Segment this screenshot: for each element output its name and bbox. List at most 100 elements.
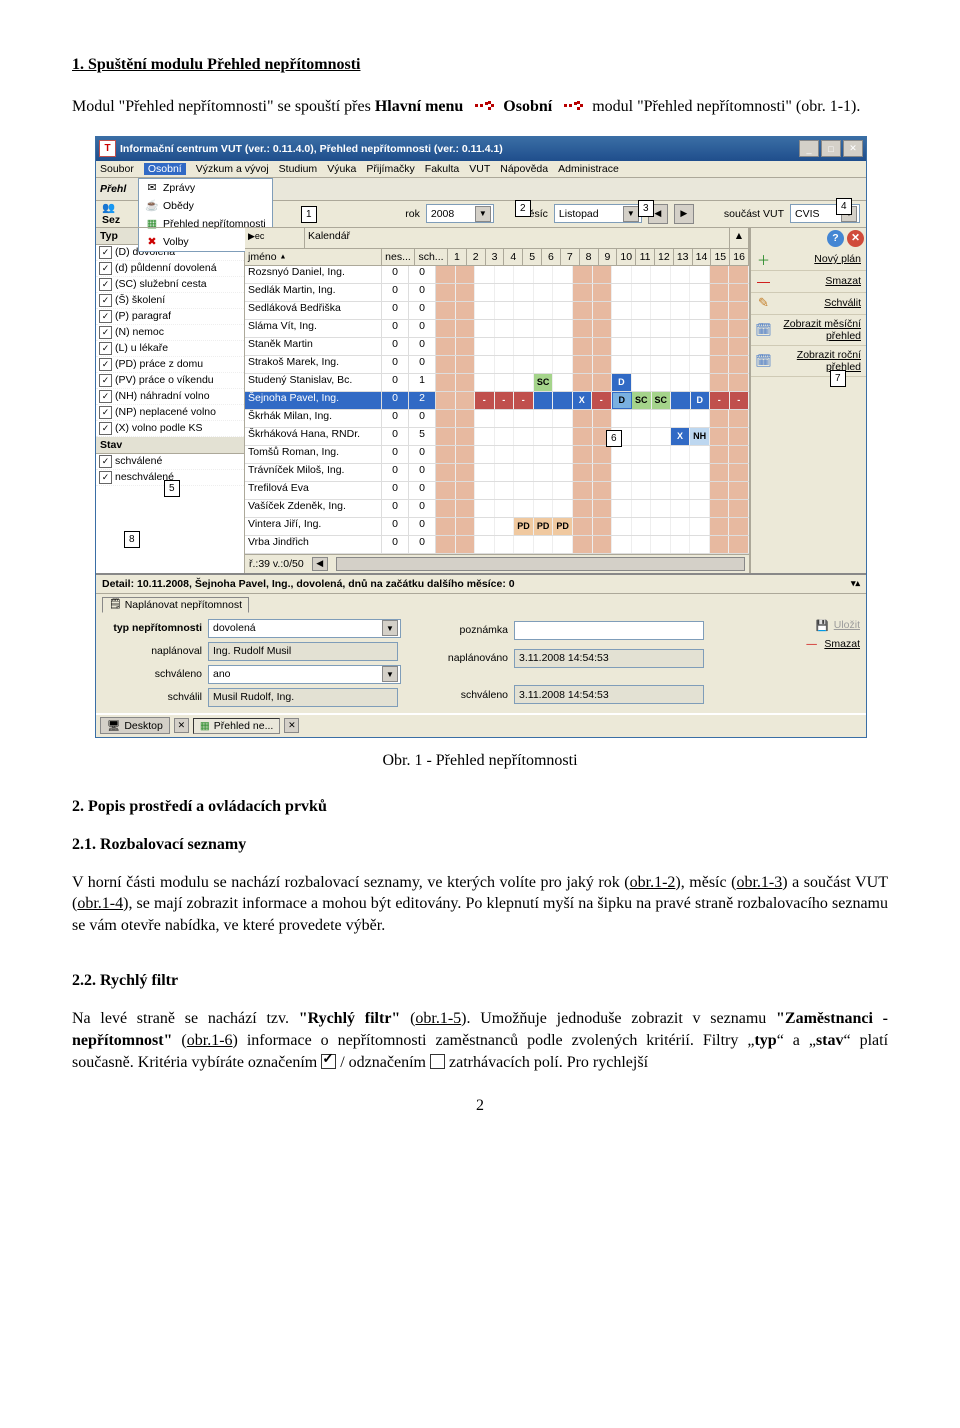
day-cell[interactable] (456, 518, 476, 535)
day-column[interactable]: 5 (523, 249, 542, 265)
day-cell[interactable] (729, 428, 749, 445)
action-zobrazit-ro-n-p-ehled[interactable]: 🗓Zobrazit roční přehled (751, 346, 866, 377)
day-cell[interactable] (436, 518, 456, 535)
day-cell[interactable] (612, 320, 632, 337)
day-cell[interactable] (632, 482, 652, 499)
day-column[interactable]: 6 (542, 249, 561, 265)
taskbar-module[interactable]: ▦ Přehled ne... (193, 718, 280, 734)
day-cell[interactable] (553, 338, 573, 355)
day-cell[interactable] (534, 320, 554, 337)
day-cell[interactable] (456, 500, 476, 517)
day-cell[interactable] (573, 500, 593, 517)
day-column[interactable]: 3 (486, 249, 505, 265)
table-row[interactable]: Trefilová Eva00 (245, 482, 749, 500)
day-cell[interactable] (495, 410, 515, 427)
help-button[interactable]: ? (827, 230, 844, 247)
day-cell[interactable] (710, 518, 730, 535)
menu-studium[interactable]: Studium (279, 163, 318, 175)
day-cell[interactable] (573, 410, 593, 427)
day-cell[interactable] (553, 284, 573, 301)
day-cell[interactable] (573, 482, 593, 499)
day-cell[interactable] (690, 410, 710, 427)
horizontal-scrollbar[interactable] (336, 557, 745, 571)
day-cell[interactable] (456, 356, 476, 373)
day-cell[interactable] (729, 482, 749, 499)
table-row[interactable]: Škrhák Milan, Ing.00 (245, 410, 749, 428)
day-cell[interactable] (593, 500, 613, 517)
day-cell[interactable] (651, 410, 671, 427)
table-row[interactable]: Sláma Vít, Ing.00 (245, 320, 749, 338)
day-cell[interactable] (573, 356, 593, 373)
menu-vyuka[interactable]: Výuka (327, 163, 356, 175)
day-cell[interactable] (475, 374, 495, 391)
day-cell[interactable] (710, 302, 730, 319)
action-smazat[interactable]: —Smazat (751, 271, 866, 293)
day-cell[interactable] (456, 536, 476, 553)
day-cell[interactable] (690, 302, 710, 319)
day-cell[interactable] (651, 356, 671, 373)
day-cell[interactable] (456, 446, 476, 463)
day-cell[interactable] (729, 464, 749, 481)
day-cell[interactable] (514, 320, 534, 337)
day-column[interactable]: 1 (448, 249, 467, 265)
day-cell[interactable] (495, 320, 515, 337)
day-cell[interactable] (534, 302, 554, 319)
day-cell[interactable] (671, 500, 691, 517)
type-filter-item[interactable]: (N) nemoc (96, 325, 244, 341)
day-cell[interactable] (729, 284, 749, 301)
type-filter-item[interactable]: (SC) služební cesta (96, 277, 244, 293)
action-nov-pl-n[interactable]: ＋Nový plán (751, 249, 866, 271)
day-cell[interactable]: SC (652, 392, 672, 409)
detail-collapse-icon[interactable]: ▾▴ (851, 578, 860, 589)
day-cell[interactable] (690, 338, 710, 355)
minimize-button[interactable]: _ (799, 140, 819, 157)
day-cell[interactable] (514, 356, 534, 373)
menu-prijimacky[interactable]: Přijímačky (366, 163, 414, 175)
day-cell[interactable] (710, 500, 730, 517)
day-cell[interactable] (729, 374, 749, 391)
schvaleno-combo[interactable]: ano▼ (208, 665, 401, 684)
day-column[interactable]: 10 (617, 249, 636, 265)
menu-napoveda[interactable]: Nápověda (500, 163, 548, 175)
day-cell[interactable] (651, 482, 671, 499)
day-cell[interactable] (690, 482, 710, 499)
table-row[interactable]: Sedláková Bedřiška00 (245, 302, 749, 320)
day-cell[interactable] (729, 320, 749, 337)
day-cell[interactable] (729, 536, 749, 553)
day-cell[interactable] (690, 266, 710, 283)
type-filter-item[interactable]: (Š) školení (96, 293, 244, 309)
day-cell[interactable] (573, 374, 593, 391)
mesic-combo[interactable]: Listopad▼ (554, 204, 642, 223)
day-cell[interactable] (456, 284, 476, 301)
day-cell[interactable] (632, 500, 652, 517)
taskbar-desktop[interactable]: 🖥 Desktop (100, 717, 170, 734)
day-cell[interactable] (495, 500, 515, 517)
menu-soubor[interactable]: Soubor (100, 163, 134, 175)
day-cell[interactable] (573, 446, 593, 463)
day-cell[interactable] (690, 446, 710, 463)
day-cell[interactable] (514, 446, 534, 463)
type-filter-item[interactable]: (d) půldenní dovolená (96, 261, 244, 277)
day-cell[interactable] (710, 446, 730, 463)
type-filter-item[interactable]: (PV) práce o víkendu (96, 373, 244, 389)
day-cell[interactable] (573, 518, 593, 535)
day-cell[interactable] (671, 536, 691, 553)
day-cell[interactable] (456, 338, 476, 355)
day-cell[interactable]: - (495, 392, 515, 409)
day-cell[interactable] (671, 464, 691, 481)
day-cell[interactable] (514, 536, 534, 553)
day-cell[interactable] (514, 302, 534, 319)
day-cell[interactable] (456, 320, 476, 337)
day-cell[interactable] (573, 320, 593, 337)
day-column[interactable]: 15 (711, 249, 730, 265)
day-cell[interactable] (436, 356, 456, 373)
day-column[interactable]: 13 (674, 249, 693, 265)
day-column[interactable]: 11 (636, 249, 655, 265)
day-cell[interactable] (671, 374, 691, 391)
day-cell[interactable] (632, 518, 652, 535)
day-cell[interactable] (651, 428, 671, 445)
day-cell[interactable] (632, 320, 652, 337)
day-cell[interactable] (651, 518, 671, 535)
day-cell[interactable]: PD (514, 518, 534, 535)
day-cell[interactable] (573, 302, 593, 319)
